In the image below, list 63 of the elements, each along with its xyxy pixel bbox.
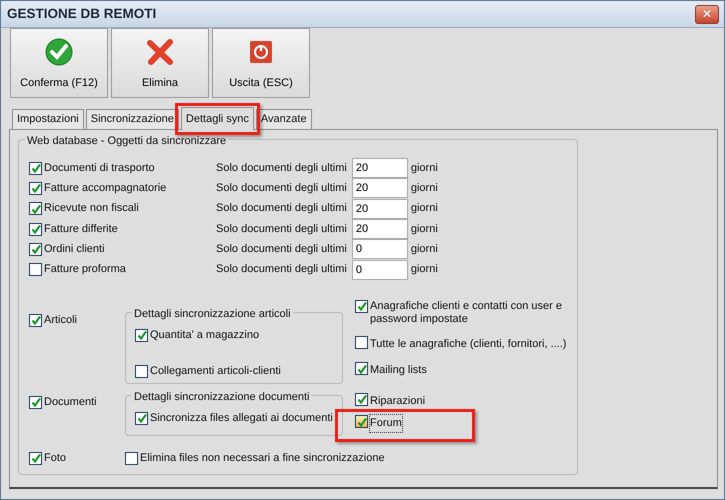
- window-title: GESTIONE DB REMOTI: [7, 4, 156, 23]
- field-label: Solo documenti degli ultimi: [216, 222, 347, 237]
- field-label: Solo documenti degli ultimi: [216, 160, 347, 176]
- toolbar-button[interactable]: Uscita (ESC): [212, 28, 310, 98]
- checkbox[interactable]: [135, 412, 148, 425]
- checkbox[interactable]: [29, 314, 42, 327]
- checkbox[interactable]: [29, 202, 42, 216]
- cross-icon: [145, 36, 175, 66]
- checkbox[interactable]: [355, 300, 368, 313]
- checkbox-label: Ordini clienti: [44, 242, 105, 258]
- checkbox-label: Fatture accompagnatorie: [44, 181, 166, 196]
- checkbox-label: Sincronizza files allegati ai documenti: [150, 410, 333, 426]
- checkbox-label: Forum: [370, 415, 402, 432]
- checkbox-label: Fatture proforma: [44, 262, 126, 278]
- field-label: Solo documenti degli ultimi: [216, 242, 347, 258]
- field-label: Solo documenti degli ultimi: [216, 201, 347, 216]
- checkbox[interactable]: [29, 182, 42, 195]
- group-title: Web database - Oggetti da sincronizzare: [25, 133, 228, 150]
- unit-label: giorni: [410, 262, 438, 278]
- checkbox[interactable]: [355, 362, 368, 376]
- checkbox[interactable]: [29, 162, 42, 175]
- days-field[interactable]: 20: [352, 219, 408, 240]
- field-label: Solo documenti degli ultimi: [216, 262, 347, 278]
- unit-label: giorni: [410, 181, 438, 196]
- checkbox[interactable]: [29, 222, 42, 236]
- unit-label: giorni: [410, 242, 438, 258]
- checkbox-label: Riparazioni: [370, 394, 426, 409]
- checkbox-label: Tutte le anagrafiche (clienti, fornitori, ....): [370, 336, 566, 352]
- checkbox-label: Mailing lists: [370, 363, 427, 378]
- checkbox[interactable]: [29, 452, 42, 465]
- checkbox[interactable]: [29, 242, 42, 256]
- toolbar-button[interactable]: Elimina: [111, 28, 209, 98]
- checkbox-label: Collegamenti articoli-clienti: [150, 364, 281, 380]
- tab[interactable]: Dettagli sync: [180, 107, 254, 130]
- checkbox-label: Ricevute non fiscali: [44, 201, 139, 216]
- checkbox-label: Documenti di trasporto: [44, 160, 155, 176]
- checkbox[interactable]: [355, 392, 368, 406]
- checkbox-label: Elimina files non necessari a fine sincronizzazione: [140, 450, 385, 466]
- unit-label: giorni: [410, 201, 438, 216]
- checkbox-label: Anagrafiche clienti e contatti con user e password impostate: [370, 300, 564, 326]
- checkbox[interactable]: [355, 415, 368, 428]
- checkbox-label: Articoli: [44, 312, 78, 328]
- checkbox[interactable]: [135, 328, 148, 342]
- checkbox[interactable]: [29, 263, 42, 276]
- checkbox[interactable]: [29, 396, 42, 409]
- checkbox-label: Fatture differite: [44, 222, 118, 237]
- checkbox-label: Quantita' a magazzino: [150, 328, 260, 343]
- days-field[interactable]: 20: [352, 198, 408, 219]
- days-field[interactable]: 0: [352, 239, 408, 260]
- unit-label: giorni: [410, 160, 438, 176]
- field-label: Solo documenti degli ultimi: [216, 181, 347, 196]
- toolbar-button[interactable]: Conferma (F12): [10, 28, 108, 98]
- days-field[interactable]: 20: [352, 178, 408, 198]
- checkbox[interactable]: [135, 365, 148, 378]
- check-icon: [44, 36, 74, 66]
- checkbox-label: Documenti: [44, 394, 97, 410]
- days-field[interactable]: 0: [352, 260, 408, 280]
- checkbox[interactable]: [355, 336, 368, 349]
- tab[interactable]: Impostazioni: [12, 109, 84, 129]
- checkbox-label: Foto: [44, 450, 66, 466]
- checkbox[interactable]: [125, 452, 138, 465]
- unit-label: giorni: [410, 222, 438, 237]
- days-field[interactable]: 20: [352, 158, 408, 178]
